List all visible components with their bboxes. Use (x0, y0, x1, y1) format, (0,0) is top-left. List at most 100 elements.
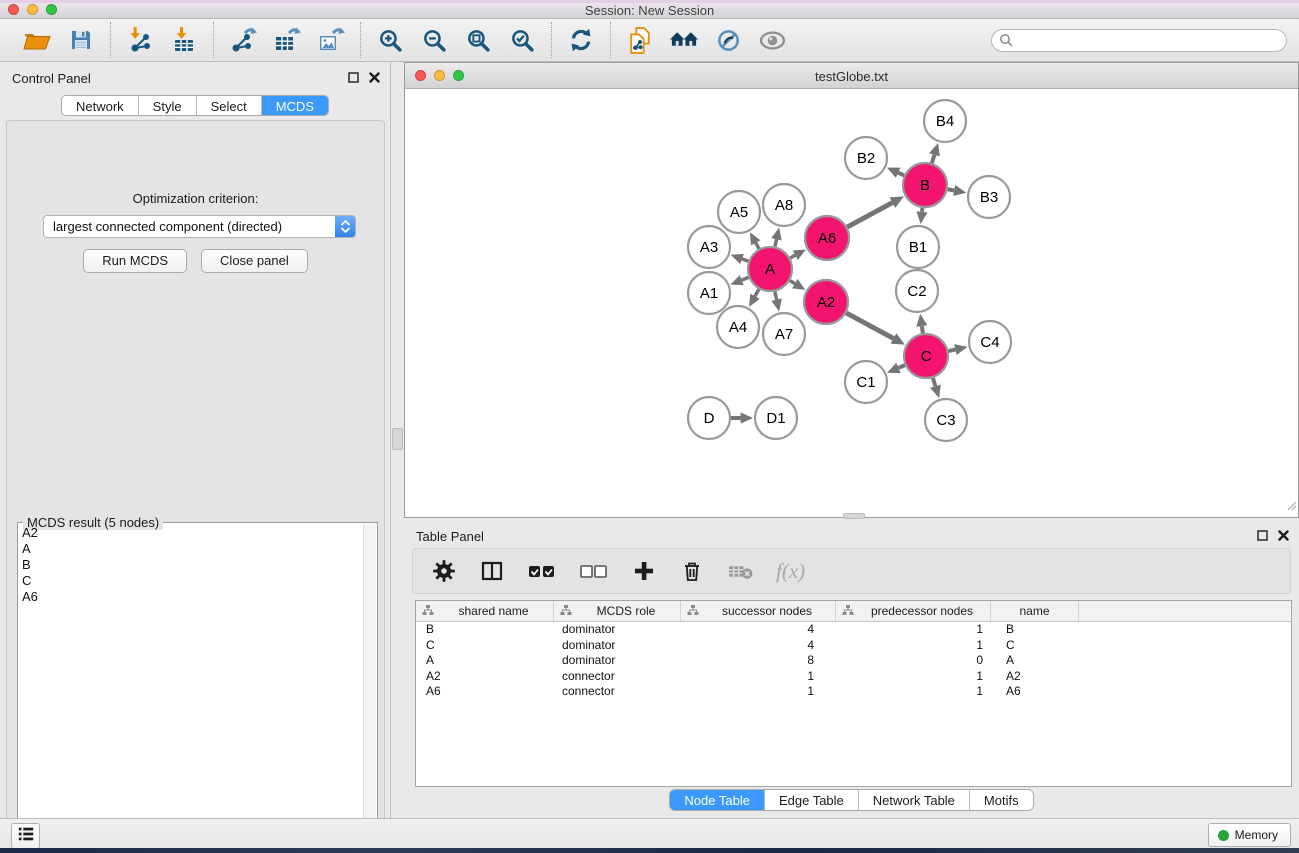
edge-B-B2[interactable] (898, 173, 904, 176)
cell-shared-name[interactable]: B (416, 622, 554, 638)
search-input[interactable] (991, 29, 1287, 52)
cell-name[interactable]: A6 (991, 684, 1079, 700)
run-mcds-button[interactable]: Run MCDS (83, 249, 187, 273)
edge-C-C4[interactable] (948, 350, 955, 352)
table-row[interactable]: Bdominator41B (416, 622, 1291, 638)
tab-network-table[interactable]: Network Table (859, 790, 970, 810)
vertical-split-handle[interactable] (392, 428, 403, 450)
gear-icon[interactable] (431, 557, 457, 585)
cell-successor-nodes[interactable]: 1 (681, 684, 836, 700)
result-item[interactable]: A (19, 541, 362, 557)
result-item[interactable]: C (19, 573, 362, 589)
float-table-panel-icon[interactable] (1257, 528, 1268, 546)
result-item[interactable]: B (19, 557, 362, 573)
cell-predecessor-nodes[interactable]: 1 (836, 622, 991, 638)
zoom-in-icon[interactable] (375, 25, 405, 55)
cell-shared-name[interactable]: A2 (416, 669, 554, 685)
function-builder-icon[interactable]: f(x) (776, 557, 805, 585)
table-row[interactable]: Adominator80A (416, 653, 1291, 669)
column-header-shared-name[interactable]: shared name (416, 601, 554, 621)
tab-node-table[interactable]: Node Table (670, 790, 765, 810)
add-icon[interactable] (631, 557, 657, 585)
close-table-panel-icon[interactable] (1278, 528, 1289, 546)
columns-icon[interactable] (479, 557, 505, 585)
edge-A-A1[interactable] (742, 277, 749, 280)
edge-C-C3[interactable] (933, 378, 936, 386)
cell-predecessor-nodes[interactable]: 1 (836, 684, 991, 700)
cell-MCDS-role[interactable]: connector (554, 669, 681, 685)
tab-motifs[interactable]: Motifs (970, 790, 1033, 810)
cell-successor-nodes[interactable]: 4 (681, 638, 836, 654)
cell-name[interactable]: A (991, 653, 1079, 669)
edge-A-A2[interactable] (790, 281, 795, 284)
cell-successor-nodes[interactable]: 8 (681, 653, 836, 669)
cell-shared-name[interactable]: A (416, 653, 554, 669)
cell-predecessor-nodes[interactable]: 1 (836, 638, 991, 654)
zoom-selected-icon[interactable] (507, 25, 537, 55)
tab-mcds[interactable]: MCDS (262, 96, 328, 115)
save-session-icon[interactable] (66, 25, 96, 55)
edge-A-A8[interactable] (775, 239, 777, 246)
column-header-MCDS-role[interactable]: MCDS role (554, 601, 681, 621)
deselect-all-icon[interactable] (579, 557, 609, 585)
edge-A-A4[interactable] (755, 289, 759, 296)
cell-successor-nodes[interactable]: 4 (681, 622, 836, 638)
cybrowser-home-icon[interactable] (669, 25, 699, 55)
column-header-predecessor-nodes[interactable]: predecessor nodes (836, 601, 991, 621)
cell-MCDS-role[interactable]: dominator (554, 638, 681, 654)
float-panel-icon[interactable] (348, 70, 359, 88)
horizontal-split-handle[interactable] (843, 513, 865, 519)
cell-MCDS-role[interactable]: dominator (554, 653, 681, 669)
edge-A-A3[interactable] (742, 259, 748, 261)
export-network-icon[interactable] (228, 25, 258, 55)
close-panel-icon[interactable] (369, 70, 380, 88)
import-network-icon[interactable] (125, 25, 155, 55)
table-row[interactable]: Cdominator41C (416, 638, 1291, 654)
result-item[interactable]: A2 (19, 525, 362, 541)
task-history-button[interactable] (11, 823, 40, 849)
close-panel-button[interactable]: Close panel (201, 249, 308, 273)
cell-predecessor-nodes[interactable]: 0 (836, 653, 991, 669)
cell-MCDS-role[interactable]: dominator (554, 622, 681, 638)
edge-A-A7[interactable] (775, 291, 777, 299)
table-row[interactable]: A6connector11A6 (416, 684, 1291, 700)
cell-MCDS-role[interactable]: connector (554, 684, 681, 700)
network-window-titlebar[interactable]: testGlobe.txt (405, 63, 1298, 89)
import-table-icon[interactable] (169, 25, 199, 55)
hide-labels-icon[interactable] (713, 25, 743, 55)
column-header-name[interactable]: name (991, 601, 1079, 621)
tab-network[interactable]: Network (62, 96, 139, 115)
cell-shared-name[interactable]: A6 (416, 684, 554, 700)
edge-B-B3[interactable] (948, 189, 955, 190)
export-table-icon[interactable] (272, 25, 302, 55)
cell-name[interactable]: A2 (991, 669, 1079, 685)
export-image-icon[interactable] (316, 25, 346, 55)
edge-A-A6[interactable] (790, 255, 795, 258)
refresh-icon[interactable] (566, 25, 596, 55)
edge-A-A5[interactable] (756, 243, 759, 249)
delete-icon[interactable] (679, 557, 705, 585)
cell-successor-nodes[interactable]: 1 (681, 669, 836, 685)
tab-select[interactable]: Select (197, 96, 262, 115)
edge-C-C2[interactable] (922, 326, 923, 333)
show-graphics-details-icon[interactable] (757, 25, 787, 55)
edge-B-B4[interactable] (932, 155, 935, 163)
tab-style[interactable]: Style (139, 96, 197, 115)
cell-name[interactable]: C (991, 638, 1079, 654)
edge-A2-C[interactable] (846, 313, 893, 338)
resize-grip-icon[interactable] (1285, 498, 1297, 516)
zoom-out-icon[interactable] (419, 25, 449, 55)
new-network-from-selection-icon[interactable] (625, 25, 655, 55)
delete-table-icon[interactable] (727, 557, 754, 585)
open-file-icon[interactable] (22, 25, 52, 55)
result-scrollbar[interactable] (363, 524, 376, 853)
cell-predecessor-nodes[interactable]: 1 (836, 669, 991, 685)
column-header-successor-nodes[interactable]: successor nodes (681, 601, 836, 621)
zoom-fit-icon[interactable] (463, 25, 493, 55)
select-all-icon[interactable] (527, 557, 557, 585)
cell-name[interactable]: B (991, 622, 1079, 638)
cell-shared-name[interactable]: C (416, 638, 554, 654)
criterion-dropdown[interactable]: largest connected component (directed) (43, 215, 356, 238)
edge-C-C1[interactable] (898, 365, 904, 368)
tab-edge-table[interactable]: Edge Table (765, 790, 859, 810)
